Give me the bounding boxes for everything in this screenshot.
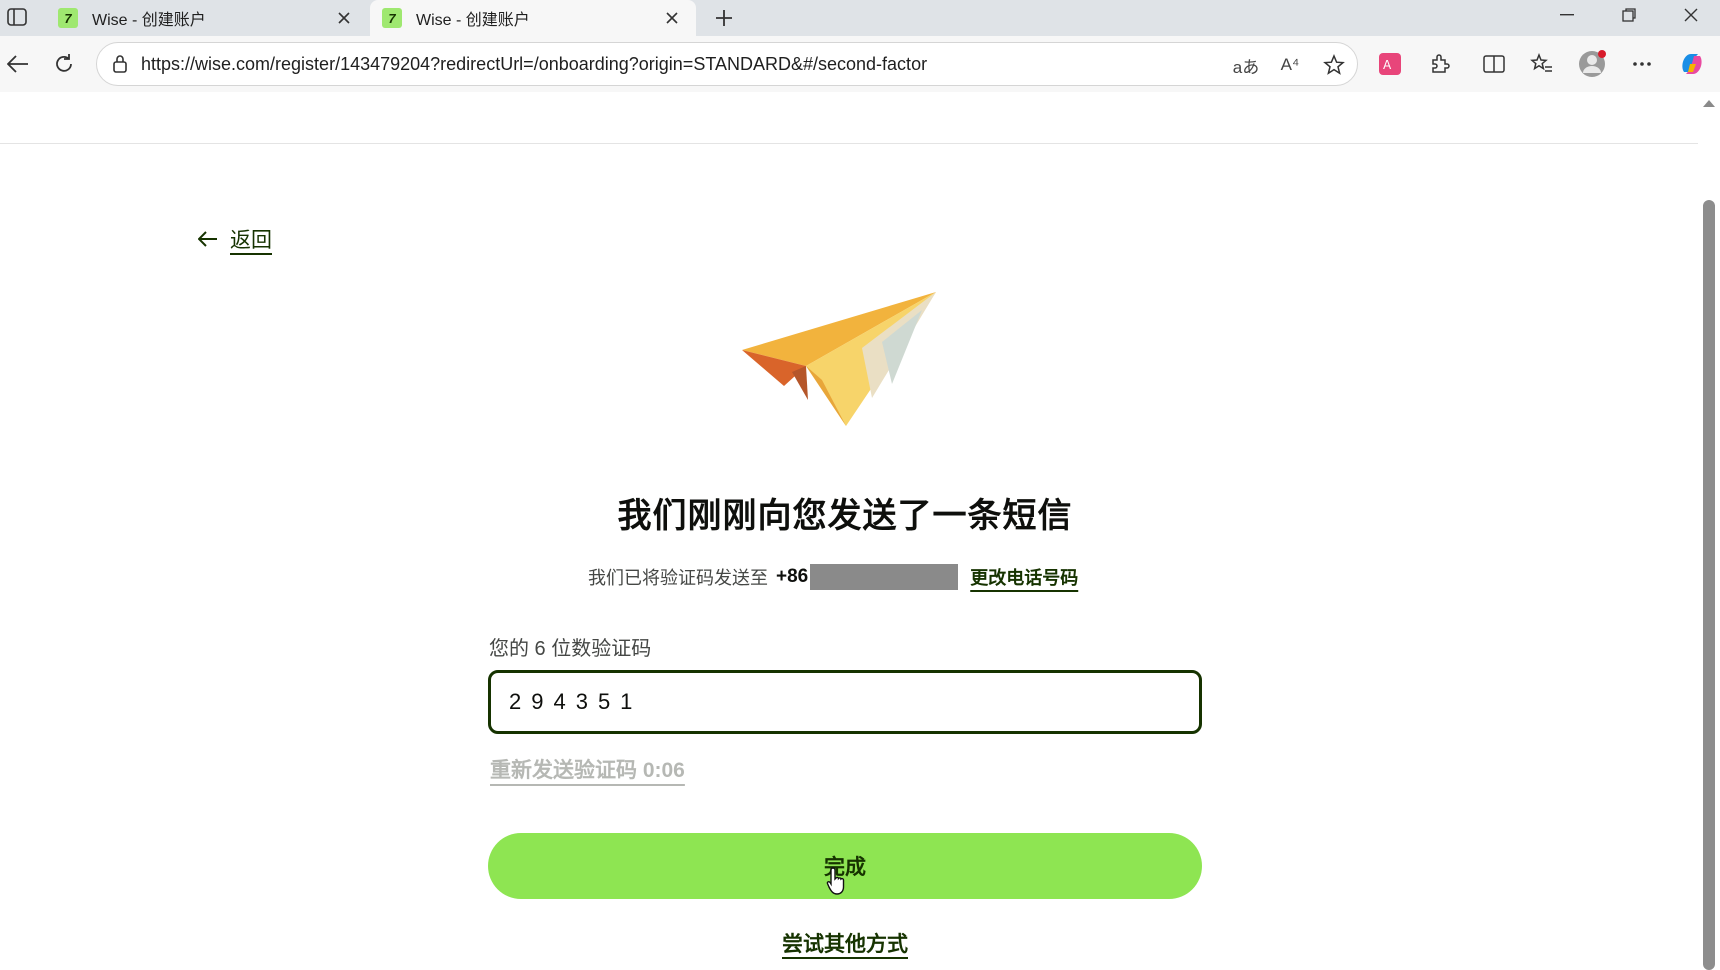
translator-extension-icon[interactable]: A [1372, 46, 1408, 82]
wise-favicon-icon: 7 [58, 8, 78, 28]
back-arrow-icon[interactable] [0, 46, 36, 82]
left-arrow-icon [198, 231, 217, 247]
hand-cursor-icon [826, 867, 845, 895]
window-close-icon[interactable] [1660, 0, 1720, 30]
page-title: 我们刚刚向您发送了一条短信 [617, 497, 1073, 535]
browser-tab[interactable]: 7 Wise - 创建账户 [46, 0, 368, 36]
tab-title: Wise - 创建账户 [92, 12, 206, 29]
restore-icon[interactable] [1598, 0, 1660, 30]
scrollbar-thumb[interactable] [1703, 200, 1715, 970]
close-icon[interactable] [660, 6, 684, 30]
other-method-row: 尝试其他方式 [0, 928, 1690, 958]
vertical-scrollbar[interactable] [1698, 92, 1720, 970]
address-bar[interactable]: https://wise.com/register/143479204?redi… [96, 42, 1358, 86]
back-link-label: 返回 [230, 229, 272, 252]
browser-toolbar: https://wise.com/register/143479204?redi… [0, 36, 1720, 92]
sent-to-text: 我们已将验证码发送至 [588, 568, 768, 588]
lock-icon[interactable] [107, 51, 133, 77]
split-screen-icon[interactable] [1476, 46, 1512, 82]
back-link[interactable]: 返回 [198, 224, 272, 254]
tab-title: Wise - 创建账户 [416, 12, 530, 29]
read-aloud-icon[interactable]: A⁴ [1275, 50, 1305, 80]
tab-strip: 7 Wise - 创建账户 7 Wise - 创建账户 [0, 0, 1720, 36]
more-menu-icon[interactable] [1624, 46, 1660, 82]
copilot-icon[interactable] [1674, 46, 1710, 82]
close-icon[interactable] [332, 6, 356, 30]
favorite-star-icon[interactable] [1319, 50, 1349, 80]
tab-actions-icon[interactable] [2, 3, 32, 31]
svg-text:A: A [1383, 58, 1392, 72]
translate-icon[interactable]: aあ [1231, 50, 1261, 80]
profile-avatar-icon[interactable] [1574, 46, 1610, 82]
change-phone-link[interactable]: 更改电话号码 [970, 564, 1078, 590]
paper-plane-illustration [742, 292, 936, 426]
url-text[interactable]: https://wise.com/register/143479204?redi… [141, 54, 927, 75]
browser-tab-active[interactable]: 7 Wise - 创建账户 [370, 0, 696, 36]
code-field-label: 您的 6 位数验证码 [489, 638, 652, 660]
page-header-bar [0, 92, 1698, 144]
extensions-puzzle-icon[interactable] [1422, 46, 1458, 82]
wise-favicon-icon: 7 [382, 8, 402, 28]
favorites-icon[interactable] [1524, 46, 1560, 82]
sent-to-line: 我们已将验证码发送至 +86 更改电话号码 [588, 562, 1078, 592]
refresh-icon[interactable] [46, 46, 82, 82]
redacted-phone-number [810, 564, 959, 590]
try-other-method-link[interactable]: 尝试其他方式 [782, 933, 908, 956]
verification-code-input[interactable] [488, 670, 1202, 734]
scroll-up-arrow-icon[interactable] [1703, 100, 1715, 107]
phone-country-code: +86 [776, 566, 809, 587]
resend-code-link[interactable]: 重新发送验证码 0:06 [490, 754, 685, 784]
minimize-icon[interactable] [1536, 0, 1598, 30]
new-tab-icon[interactable] [708, 2, 740, 34]
